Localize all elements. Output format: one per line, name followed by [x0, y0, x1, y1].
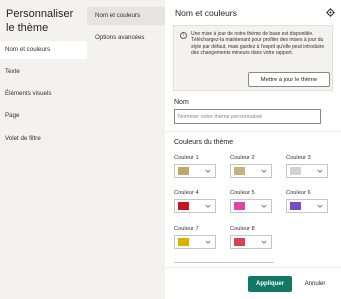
info-icon: i — [180, 32, 187, 39]
color-2-chip — [234, 167, 245, 175]
chevron-down-icon — [205, 169, 211, 173]
chevron-down-icon — [205, 240, 211, 244]
color-5-label: Couleur 5 — [230, 190, 255, 196]
color-7-picker[interactable] — [174, 235, 216, 249]
color-6-label: Couleur 6 — [286, 190, 311, 196]
color-8-label: Couleur 8 — [230, 226, 255, 232]
color-4-label: Couleur 4 — [174, 190, 199, 196]
chevron-down-icon — [205, 204, 211, 208]
left-item-filter-pane[interactable]: Volet de filtre — [0, 130, 87, 148]
main-content: Nom et couleurs i Une mise à jour de not… — [165, 0, 341, 299]
color-8-chip — [234, 238, 245, 246]
color-8-picker[interactable] — [230, 235, 272, 249]
notice-text: Une mise à jour de notre thème de base e… — [191, 31, 325, 57]
color-1-label: Couleur 1 — [174, 155, 199, 161]
left-nav-panel: Personnaliser le thème Nom et couleurs T… — [0, 0, 87, 299]
color-6-chip — [290, 202, 301, 210]
color-5-chip — [234, 202, 245, 210]
chevron-down-icon — [261, 204, 267, 208]
color-2-label: Couleur 2 — [230, 155, 255, 161]
section-title: Nom et couleurs — [175, 8, 237, 18]
color-7-label: Couleur 7 — [174, 226, 199, 232]
color-2-picker[interactable] — [230, 164, 272, 178]
color-1-picker[interactable] — [174, 164, 216, 178]
color-1-chip — [178, 167, 189, 175]
color-3-label: Couleur 3 — [286, 155, 311, 161]
divider — [165, 131, 341, 132]
panel-title: Personnaliser le thème — [6, 8, 74, 34]
cancel-button[interactable]: Annuler — [298, 276, 332, 292]
color-3-picker[interactable] — [286, 164, 328, 178]
theme-colors-label: Couleurs du thème — [174, 139, 234, 146]
chevron-down-icon — [317, 204, 323, 208]
apply-button[interactable]: Appliquer — [248, 276, 292, 292]
color-5-picker[interactable] — [230, 199, 272, 213]
sub-item-name-colors[interactable]: Nom et couleurs — [87, 7, 165, 25]
chevron-down-icon — [261, 240, 267, 244]
chevron-down-icon — [261, 169, 267, 173]
gear-icon[interactable] — [326, 8, 335, 17]
sub-nav-panel: Nom et couleurs Options avancées — [87, 0, 165, 299]
left-item-visuals[interactable]: Éléments visuels — [0, 85, 87, 103]
color-6-picker[interactable] — [286, 199, 328, 213]
left-item-text[interactable]: Texte — [0, 63, 87, 81]
theme-name-input[interactable] — [174, 109, 321, 124]
sub-item-advanced-options[interactable]: Options avancées — [87, 29, 165, 47]
color-7-chip — [178, 238, 189, 246]
left-item-page[interactable]: Page — [0, 107, 87, 125]
partially-visible-row — [174, 262, 274, 266]
chevron-down-icon — [317, 169, 323, 173]
footer-bar: Appliquer Annuler — [165, 267, 341, 299]
name-label: Nom — [174, 99, 189, 106]
theme-update-notice: i Une mise à jour de notre thème de base… — [173, 25, 333, 91]
color-4-chip — [178, 202, 189, 210]
color-3-chip — [290, 167, 301, 175]
update-theme-button[interactable]: Mettre à jour le thème — [248, 72, 330, 87]
left-item-name-colors[interactable]: Nom et couleurs — [0, 41, 87, 59]
color-4-picker[interactable] — [174, 199, 216, 213]
